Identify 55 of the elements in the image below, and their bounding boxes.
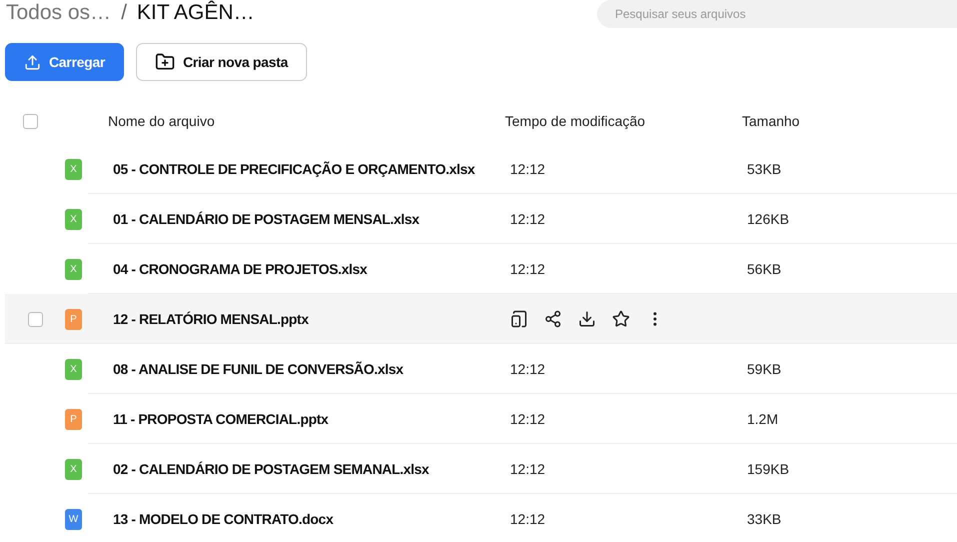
row-checkbox[interactable] (28, 312, 42, 326)
file-size: 53KB (747, 161, 782, 177)
breadcrumb-item[interactable]: KIT AGÊN… (136, 0, 254, 26)
file-icon: X (65, 158, 82, 180)
select-all-checkbox[interactable] (22, 114, 38, 128)
upload-icon (24, 54, 41, 70)
file-row[interactable]: P 11 - PROPOSTA COMERCIAL.pptx 12:12 1.2M (5, 394, 957, 444)
file-size: 159KB (747, 461, 790, 477)
file-icon: X (65, 358, 82, 380)
modified-time: 12:12 (510, 161, 546, 177)
file-row[interactable]: W 13 - MODELO DE CONTRATO.docx 12:12 33KB (5, 494, 957, 542)
file-size: 33KB (747, 511, 782, 527)
file-icon: P (65, 408, 82, 430)
new-folder-button[interactable]: Criar nova pasta (136, 43, 307, 81)
file-name[interactable]: 02 - CALENDÁRIO DE POSTAGEM SEMANAL.xlsx (113, 461, 510, 477)
file-row[interactable]: X 02 - CALENDÁRIO DE POSTAGEM SEMANAL.xlsx 12:12 159KB (5, 444, 957, 494)
file-row[interactable]: X 08 - ANALISE DE FUNIL DE CONVERSÃO.xlsx 12:12 59KB (5, 344, 957, 394)
file-size: 59KB (747, 361, 782, 377)
modified-time: 12:12 (510, 211, 546, 227)
file-row[interactable]: X 04 - CRONOGRAMA DE PROJETOS.xlsx 12:12 56KB (5, 244, 957, 294)
file-name[interactable]: 12 - RELATÓRIO MENSAL.pptx (113, 311, 510, 327)
share-icon[interactable] (544, 310, 562, 328)
star-icon[interactable] (612, 310, 630, 328)
file-icon: X (65, 208, 82, 230)
file-icon: X (65, 458, 82, 480)
modified-time: 12:12 (510, 361, 546, 377)
modified-time: 12:12 (510, 411, 546, 427)
file-row[interactable]: X 05 - CONTROLE DE PRECIFICAÇÃO E ORÇAMENTO.xlsx 12:12 53KB (5, 144, 957, 194)
file-row[interactable]: X 01 - CALENDÁRIO DE POSTAGEM MENSAL.xlsx 12:12 126KB (5, 194, 957, 244)
tablet-icon[interactable] (510, 310, 528, 328)
file-icon: P (65, 308, 82, 330)
search-field[interactable]: Pesquisar seus arquivos (597, 0, 957, 28)
file-row[interactable]: P 12 - RELATÓRIO MENSAL.pptx (5, 294, 957, 344)
file-name[interactable]: 05 - CONTROLE DE PRECIFICAÇÃO E ORÇAMENTO.xlsx (113, 161, 510, 177)
file-name[interactable]: 04 - CRONOGRAMA DE PROJETOS.xlsx (113, 261, 510, 277)
breadcrumb-separator: / (121, 0, 127, 26)
download-icon[interactable] (578, 310, 596, 328)
file-name[interactable]: 08 - ANALISE DE FUNIL DE CONVERSÃO.xlsx (113, 361, 510, 377)
column-header[interactable]: Tamanho (742, 113, 957, 129)
file-icon: W (65, 508, 82, 530)
file-size: 56KB (747, 261, 782, 277)
upload-button[interactable]: Carregar (5, 43, 124, 81)
column-header[interactable]: Nome do arquivo (108, 113, 505, 129)
modified-time: 12:12 (510, 511, 546, 527)
file-size: 1.2M (747, 411, 780, 427)
file-name[interactable]: 13 - MODELO DE CONTRATO.docx (113, 511, 510, 527)
modified-time: 12:12 (510, 261, 546, 277)
file-icon: X (65, 258, 82, 280)
file-name[interactable]: 11 - PROPOSTA COMERCIAL.pptx (113, 411, 510, 427)
modified-time: 12:12 (510, 461, 546, 477)
folder-plus-icon (154, 52, 175, 72)
file-name[interactable]: 01 - CALENDÁRIO DE POSTAGEM MENSAL.xlsx (113, 211, 510, 227)
breadcrumb-item[interactable]: Todos os… (6, 0, 112, 26)
file-size: 126KB (747, 211, 790, 227)
column-header[interactable]: Tempo de modificação (505, 113, 742, 129)
